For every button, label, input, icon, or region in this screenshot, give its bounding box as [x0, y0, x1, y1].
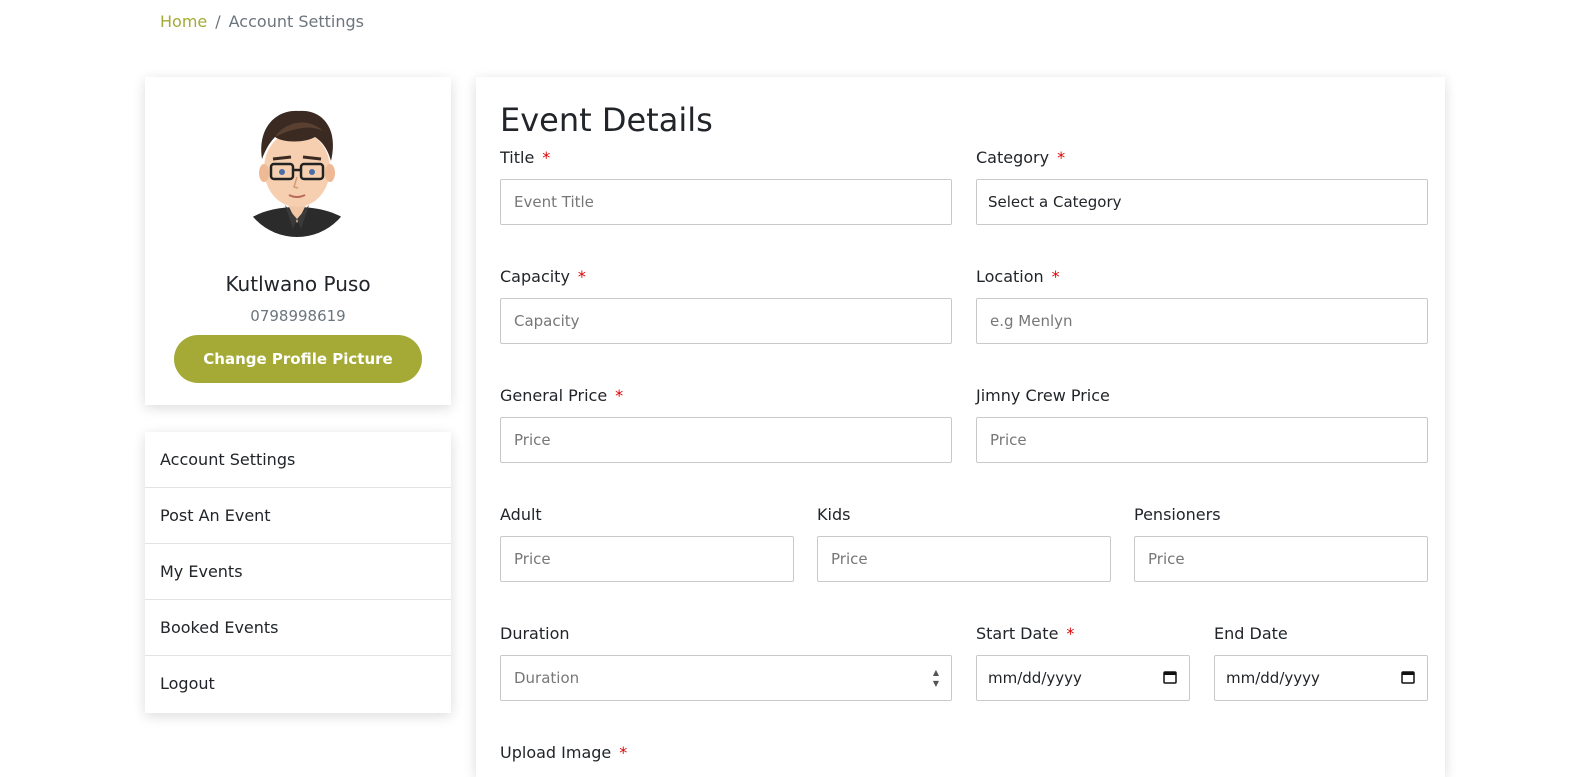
- event-details-card: Event Details Title* Category* Select a …: [476, 77, 1445, 777]
- sidebar-item-post-an-event[interactable]: Post An Event: [145, 488, 451, 544]
- duration-field: Duration ▲▼: [500, 622, 952, 701]
- pensioners-field: Pensioners: [1134, 503, 1428, 582]
- general-price-field: General Price *: [500, 384, 952, 463]
- required-marker: *: [1066, 624, 1075, 643]
- breadcrumb: Home / Account Settings: [160, 12, 364, 31]
- category-select[interactable]: Select a Category: [976, 179, 1428, 225]
- end-date-field: End Date mm/dd/yyyy: [1214, 622, 1428, 701]
- jimny-crew-price-field: Jimny Crew Price: [976, 384, 1428, 463]
- breadcrumb-current: Account Settings: [228, 12, 364, 31]
- number-spinner-icon[interactable]: ▲ ▼: [931, 667, 941, 689]
- category-field: Category * Select a Category: [976, 146, 1428, 225]
- general-price-input[interactable]: [512, 430, 951, 450]
- pensioners-label: Pensioners: [1134, 505, 1221, 524]
- profile-card: Kutlwano Puso 0798998619 Change Profile …: [145, 77, 451, 405]
- adult-price-input[interactable]: [512, 549, 793, 569]
- upload-image-field: Upload Image *: [500, 741, 952, 765]
- breadcrumb-separator: /: [215, 12, 221, 31]
- jimny-crew-price-input[interactable]: [988, 430, 1427, 450]
- title-label: Title *: [500, 148, 551, 167]
- page-title: Event Details: [500, 101, 713, 139]
- sidebar-item-booked-events[interactable]: Booked Events: [145, 600, 451, 656]
- duration-input[interactable]: [512, 668, 951, 688]
- capacity-label: Capacity *: [500, 267, 586, 286]
- calendar-icon[interactable]: [1163, 670, 1177, 684]
- start-date-field: Start Date * mm/dd/yyyy: [976, 622, 1190, 701]
- sidebar-item-my-events[interactable]: My Events: [145, 544, 451, 600]
- profile-name: Kutlwano Puso: [225, 272, 371, 296]
- kids-price-input[interactable]: [829, 549, 1110, 569]
- sidebar-item-account-settings[interactable]: Account Settings: [145, 432, 451, 488]
- adult-field: Adult: [500, 503, 794, 582]
- required-marker: *: [619, 743, 628, 762]
- title-input[interactable]: [512, 192, 951, 212]
- kids-label: Kids: [817, 505, 851, 524]
- required-marker: *: [542, 148, 551, 167]
- start-date-label: Start Date *: [976, 624, 1075, 643]
- avatar: [239, 110, 355, 237]
- change-profile-picture-button[interactable]: Change Profile Picture: [174, 335, 422, 383]
- capacity-input[interactable]: [512, 311, 951, 331]
- location-label: Location *: [976, 267, 1060, 286]
- calendar-icon[interactable]: [1401, 670, 1415, 684]
- title-field: Title *: [500, 146, 952, 225]
- sidebar-item-logout[interactable]: Logout: [145, 656, 451, 713]
- breadcrumb-home-link[interactable]: Home: [160, 12, 207, 31]
- pensioners-price-input[interactable]: [1146, 549, 1427, 569]
- required-marker: *: [577, 267, 586, 286]
- required-marker: *: [615, 386, 624, 405]
- required-marker: *: [1057, 148, 1066, 167]
- general-price-label: General Price *: [500, 386, 624, 405]
- location-input[interactable]: [988, 311, 1427, 331]
- adult-label: Adult: [500, 505, 542, 524]
- jimny-crew-price-label: Jimny Crew Price: [976, 386, 1110, 405]
- capacity-field: Capacity *: [500, 265, 952, 344]
- end-date-value: mm/dd/yyyy: [1226, 669, 1320, 687]
- duration-label: Duration: [500, 624, 570, 643]
- sidebar-menu: Account Settings Post An Event My Events…: [145, 432, 451, 713]
- category-label: Category *: [976, 148, 1066, 167]
- end-date-label: End Date: [1214, 624, 1288, 643]
- location-field: Location *: [976, 265, 1428, 344]
- profile-phone: 0798998619: [250, 307, 346, 325]
- upload-image-label: Upload Image *: [500, 743, 628, 762]
- required-marker: *: [1051, 267, 1060, 286]
- kids-field: Kids: [817, 503, 1111, 582]
- start-date-input[interactable]: mm/dd/yyyy: [976, 655, 1190, 701]
- start-date-value: mm/dd/yyyy: [988, 669, 1082, 687]
- end-date-input[interactable]: mm/dd/yyyy: [1214, 655, 1428, 701]
